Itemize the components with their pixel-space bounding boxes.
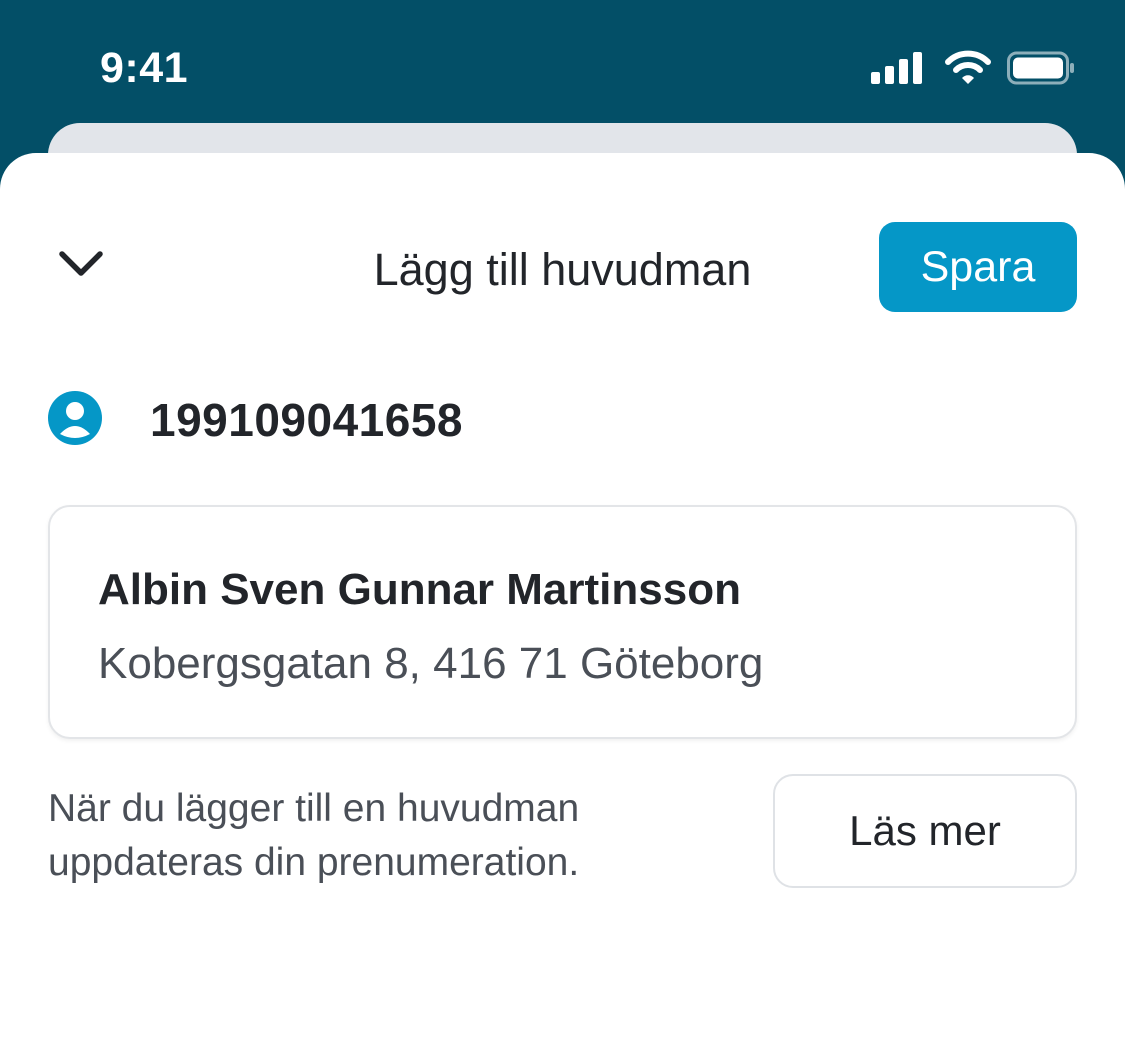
info-text-line: uppdateras din prenumeration.	[48, 841, 580, 884]
status-bar: 9:41	[0, 0, 1125, 120]
person-address: Kobergsgatan 8, 416 71 Göteborg	[98, 639, 764, 688]
read-more-button[interactable]: Läs mer	[773, 774, 1077, 888]
person-card: Albin Sven Gunnar Martinsson Kobergsgata…	[48, 505, 1077, 739]
info-text-line: När du lägger till en huvudman	[48, 787, 580, 830]
save-button[interactable]: Spara	[879, 222, 1077, 312]
person-icon	[48, 391, 102, 445]
status-time: 9:41	[100, 44, 189, 92]
person-name: Albin Sven Gunnar Martinsson	[98, 565, 741, 614]
personal-id-number: 199109041658	[150, 394, 463, 446]
info-text: När du lägger till en huvudman uppdatera…	[48, 782, 748, 890]
wifi-icon	[945, 50, 991, 86]
status-icons	[871, 50, 1075, 86]
battery-icon	[1007, 50, 1075, 86]
signal-icon	[871, 50, 923, 86]
